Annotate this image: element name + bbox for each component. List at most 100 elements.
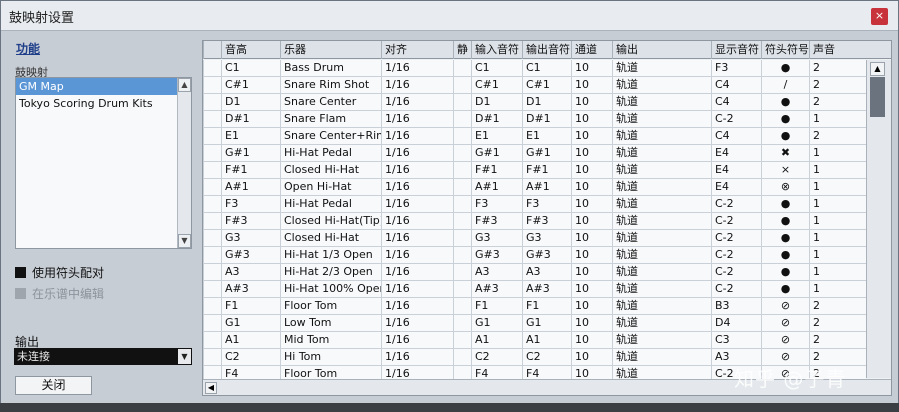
cell-pitch[interactable]: F1 [221, 298, 280, 314]
cell-display-note[interactable]: C-2 [711, 264, 761, 280]
cell-mute[interactable] [453, 77, 471, 93]
cell-instrument[interactable]: Hi-Hat 1/3 Open [280, 247, 381, 263]
cell-quantize[interactable]: 1/16 [381, 162, 453, 178]
cell-display-note[interactable]: C-2 [711, 247, 761, 263]
row-handle[interactable] [203, 332, 221, 348]
cell-output-note[interactable]: A#1 [522, 179, 571, 195]
header-mute[interactable]: 静 [453, 41, 471, 59]
cell-voice[interactable]: 2 [809, 332, 866, 348]
cell-quantize[interactable]: 1/16 [381, 179, 453, 195]
cell-output[interactable]: 轨道 [612, 349, 711, 365]
cell-output-note[interactable]: A3 [522, 264, 571, 280]
header-display-note[interactable]: 显示音符 [711, 41, 761, 59]
cell-output-note[interactable]: F#3 [522, 213, 571, 229]
scroll-up-icon[interactable]: ▲ [178, 78, 191, 92]
cell-mute[interactable] [453, 111, 471, 127]
cell-output[interactable]: 轨道 [612, 60, 711, 76]
cell-output-note[interactable]: F#1 [522, 162, 571, 178]
cell-voice[interactable]: 1 [809, 264, 866, 280]
note-head-icon[interactable]: ● [761, 60, 809, 76]
cell-voice[interactable]: 1 [809, 230, 866, 246]
close-button[interactable]: 关闭 [15, 376, 92, 395]
cell-input-note[interactable]: C1 [471, 60, 522, 76]
row-handle[interactable] [203, 315, 221, 331]
cell-quantize[interactable]: 1/16 [381, 281, 453, 297]
note-head-icon[interactable]: ⊗ [761, 179, 809, 195]
cell-display-note[interactable]: B3 [711, 298, 761, 314]
cell-channel[interactable]: 10 [571, 298, 612, 314]
use-note-heads-checkbox[interactable]: 使用符头配对 [15, 266, 104, 282]
row-handle[interactable] [203, 94, 221, 110]
note-head-icon[interactable]: ● [761, 213, 809, 229]
cell-instrument[interactable]: Hi-Hat 2/3 Open [280, 264, 381, 280]
table-row[interactable]: F3 Hi-Hat Pedal 1/16 F3 F3 10 轨道 C-2 ● 1 [203, 196, 866, 213]
cell-channel[interactable]: 10 [571, 60, 612, 76]
cell-instrument[interactable]: Mid Tom [280, 332, 381, 348]
cell-output[interactable]: 轨道 [612, 230, 711, 246]
cell-quantize[interactable]: 1/16 [381, 94, 453, 110]
cell-display-note[interactable]: C-2 [711, 111, 761, 127]
cell-input-note[interactable]: A1 [471, 332, 522, 348]
header-instrument[interactable]: 乐器 [280, 41, 381, 59]
cell-instrument[interactable]: Open Hi-Hat [280, 179, 381, 195]
cell-mute[interactable] [453, 162, 471, 178]
cell-channel[interactable]: 10 [571, 281, 612, 297]
cell-input-note[interactable]: E1 [471, 128, 522, 144]
cell-voice[interactable]: 1 [809, 213, 866, 229]
cell-instrument[interactable]: Closed Hi-Hat [280, 162, 381, 178]
cell-instrument[interactable]: Floor Tom [280, 298, 381, 314]
cell-instrument[interactable]: Bass Drum [280, 60, 381, 76]
cell-output-note[interactable]: A1 [522, 332, 571, 348]
cell-display-note[interactable]: C-2 [711, 281, 761, 297]
cell-voice[interactable]: 2 [809, 94, 866, 110]
cell-channel[interactable]: 10 [571, 77, 612, 93]
cell-mute[interactable] [453, 264, 471, 280]
cell-quantize[interactable]: 1/16 [381, 128, 453, 144]
cell-output[interactable]: 轨道 [612, 247, 711, 263]
note-head-icon[interactable]: ● [761, 128, 809, 144]
cell-voice[interactable]: 2 [809, 77, 866, 93]
cell-voice[interactable]: 1 [809, 179, 866, 195]
output-select[interactable]: 未连接 ▼ [14, 348, 192, 365]
note-head-icon[interactable]: ● [761, 111, 809, 127]
note-head-icon[interactable]: ● [761, 196, 809, 212]
cell-mute[interactable] [453, 230, 471, 246]
cell-input-note[interactable]: F1 [471, 298, 522, 314]
cell-display-note[interactable]: F3 [711, 60, 761, 76]
scroll-down-icon[interactable]: ▼ [178, 234, 191, 248]
header-quantize[interactable]: 对齐 [381, 41, 453, 59]
note-head-icon[interactable]: ⊘ [761, 298, 809, 314]
cell-voice[interactable]: 1 [809, 247, 866, 263]
cell-input-note[interactable]: G1 [471, 315, 522, 331]
cell-voice[interactable]: 1 [809, 162, 866, 178]
cell-output-note[interactable]: A#3 [522, 281, 571, 297]
checkbox-icon[interactable] [15, 288, 26, 299]
cell-channel[interactable]: 10 [571, 315, 612, 331]
cell-output-note[interactable]: D1 [522, 94, 571, 110]
header-output[interactable]: 输出 [612, 41, 711, 59]
cell-pitch[interactable]: F3 [221, 196, 280, 212]
cell-input-note[interactable]: D1 [471, 94, 522, 110]
cell-instrument[interactable]: Closed Hi-Hat [280, 230, 381, 246]
table-row[interactable]: E1 Snare Center+Rim 1/16 E1 E1 10 轨道 C4 ● 2 [203, 128, 866, 145]
row-handle[interactable] [203, 264, 221, 280]
cell-instrument[interactable]: Hi Tom [280, 349, 381, 365]
cell-output[interactable]: 轨道 [612, 196, 711, 212]
cell-instrument[interactable]: Low Tom [280, 315, 381, 331]
cell-pitch[interactable]: D#1 [221, 111, 280, 127]
cell-output[interactable]: 轨道 [612, 281, 711, 297]
cell-output[interactable]: 轨道 [612, 162, 711, 178]
cell-output-note[interactable]: F1 [522, 298, 571, 314]
note-head-icon[interactable]: ⊘ [761, 332, 809, 348]
close-window-button[interactable]: × [871, 8, 888, 25]
cell-voice[interactable]: 1 [809, 145, 866, 161]
note-head-icon[interactable]: ⊘ [761, 315, 809, 331]
cell-mute[interactable] [453, 298, 471, 314]
table-row[interactable]: F#3 Closed Hi-Hat(Tip) 1/16 F#3 F#3 10 轨道 C-2 ● 1 [203, 213, 866, 230]
cell-quantize[interactable]: 1/16 [381, 315, 453, 331]
cell-quantize[interactable]: 1/16 [381, 298, 453, 314]
cell-output[interactable]: 轨道 [612, 332, 711, 348]
cell-display-note[interactable]: C-2 [711, 196, 761, 212]
table-row[interactable]: C#1 Snare Rim Shot 1/16 C#1 C#1 10 轨道 C4/2 [203, 77, 866, 94]
cell-channel[interactable]: 10 [571, 128, 612, 144]
